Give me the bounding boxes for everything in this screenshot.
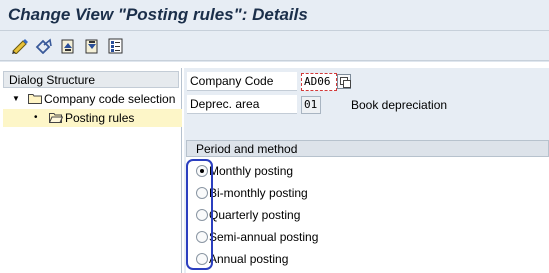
radio-label: Quarterly posting xyxy=(209,208,301,222)
radio-button[interactable] xyxy=(196,231,208,243)
company-code-field[interactable]: AD06 xyxy=(301,73,337,91)
radio-button[interactable] xyxy=(196,165,208,177)
other-entry-icon[interactable] xyxy=(35,38,53,54)
company-code-label: Company Code xyxy=(187,72,297,91)
company-code-row: Company Code AD06 xyxy=(187,72,549,92)
value-help-button[interactable] xyxy=(337,74,351,89)
radio-label: Annual posting xyxy=(209,252,289,266)
radio-button[interactable] xyxy=(196,253,208,265)
radio-label: Monthly posting xyxy=(209,164,294,178)
deprec-area-description: Book depreciation xyxy=(351,98,448,112)
application-toolbar xyxy=(0,31,549,61)
radio-annual-posting[interactable]: Annual posting xyxy=(196,249,396,269)
deprec-area-field: 01 xyxy=(301,96,321,114)
radio-quarterly-posting[interactable]: Quarterly posting xyxy=(196,205,396,225)
title-bar: Change View "Posting rules": Details xyxy=(0,0,549,31)
next-entry-icon[interactable] xyxy=(83,38,101,54)
folder-icon xyxy=(28,94,42,104)
radio-label: Semi-annual posting xyxy=(209,230,319,244)
tree-label: Posting rules xyxy=(65,111,135,125)
previous-entry-icon[interactable] xyxy=(59,38,77,54)
radio-button[interactable] xyxy=(196,209,208,221)
radio-bi-monthly-posting[interactable]: Bi-monthly posting xyxy=(196,183,396,203)
tree-node-posting-rules[interactable]: • Posting rules xyxy=(3,109,182,127)
open-folder-icon xyxy=(49,113,63,123)
radio-button[interactable] xyxy=(196,187,208,199)
radio-label: Bi-monthly posting xyxy=(209,186,308,200)
deprec-area-label: Deprec. area xyxy=(187,95,297,114)
tree-node-company-code-selection[interactable]: ▼ Company code selection xyxy=(3,90,182,108)
group-header: Period and method xyxy=(186,140,549,157)
page-title: Change View "Posting rules": Details xyxy=(8,5,308,24)
expand-arrow-icon[interactable]: ▼ xyxy=(12,90,20,108)
tree-bullet-icon: • xyxy=(34,112,38,123)
period-and-method-group: Period and method Monthly posting Bi-mon… xyxy=(186,140,549,273)
radio-semi-annual-posting[interactable]: Semi-annual posting xyxy=(196,227,396,247)
radio-monthly-posting[interactable]: Monthly posting xyxy=(196,161,396,181)
select-all-icon[interactable] xyxy=(107,38,125,54)
deprec-area-row: Deprec. area 01 Book depreciation xyxy=(187,95,549,115)
tree-label: Company code selection xyxy=(44,92,176,106)
display-change-icon[interactable] xyxy=(11,38,29,54)
dialog-structure-pane: Dialog Structure ▼ Company code selectio… xyxy=(0,68,182,273)
dialog-structure-header: Dialog Structure xyxy=(3,71,179,88)
